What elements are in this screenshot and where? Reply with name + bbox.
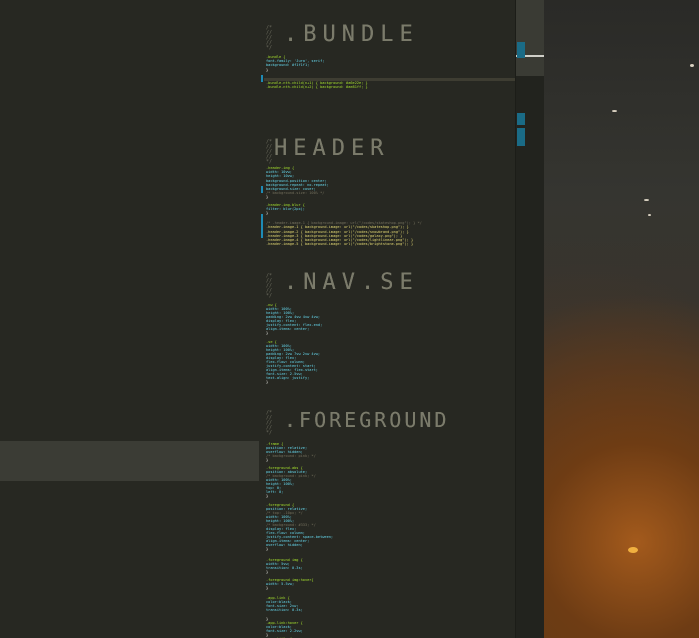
code-line[interactable]: .bundle-nth-child(n+2) { background: #ae… xyxy=(266,85,368,89)
code-line[interactable]: font-size: 2.2vw; xyxy=(266,629,303,633)
glowing-light xyxy=(628,547,638,553)
code-line[interactable]: } xyxy=(266,380,268,384)
code-line[interactable]: } xyxy=(266,494,268,498)
selected-row-highlight[interactable] xyxy=(0,441,259,481)
code-line[interactable]: } xyxy=(266,331,268,335)
code-line[interactable]: /* background-size: 100% */ xyxy=(266,191,324,195)
code-line[interactable]: width: 5.5vw; xyxy=(266,582,294,586)
code-line[interactable]: } xyxy=(266,68,268,72)
desktop-wallpaper xyxy=(544,0,699,638)
code-line[interactable]: background: #f1f1f1; xyxy=(266,63,309,67)
code-line[interactable]: } xyxy=(266,547,268,551)
code-line[interactable]: .header-image-5 { background-image: url(… xyxy=(266,242,413,246)
minimap-marker xyxy=(517,128,525,146)
code-line[interactable]: } xyxy=(266,458,268,462)
banner-frame: /*//////*/ xyxy=(266,410,273,436)
code-line[interactable]: /* background: pink; */ xyxy=(266,454,316,458)
banner-frame: /*//////*/ xyxy=(266,273,273,299)
current-line-highlight xyxy=(264,78,515,81)
star xyxy=(690,64,694,67)
banner-frame: /*//////*/ xyxy=(266,139,273,165)
code-line[interactable]: } xyxy=(266,586,268,590)
code-line[interactable]: filter: blur(2px); xyxy=(266,207,305,211)
minimap-viewport[interactable] xyxy=(516,0,545,76)
code-line[interactable]: transition: 0.3s; xyxy=(266,608,303,612)
banner-header: HEADER xyxy=(274,136,390,161)
code-line[interactable]: left: 0; xyxy=(266,490,283,494)
banner-nav: .NAV.SE xyxy=(284,270,419,295)
code-line[interactable]: } xyxy=(266,211,268,215)
star xyxy=(644,199,649,201)
code-editor[interactable]: .BUNDLE HEADER .NAV.SE .FOREGROUND /*///… xyxy=(260,0,515,638)
banner-bundle: .BUNDLE xyxy=(284,22,419,47)
git-gutter-marker xyxy=(261,214,263,238)
banner-frame: /*//////*/ xyxy=(266,25,273,51)
code-line[interactable]: } xyxy=(266,195,268,199)
minimap-marker xyxy=(517,113,525,125)
code-line[interactable]: text-align: justify; xyxy=(266,376,309,380)
code-line[interactable]: align-items: center; xyxy=(266,327,309,331)
star xyxy=(612,110,617,112)
star xyxy=(648,214,651,216)
git-gutter-marker xyxy=(261,75,263,82)
code-line[interactable]: } xyxy=(266,570,268,574)
code-line[interactable]: overflow: hidden; xyxy=(266,543,303,547)
minimap[interactable] xyxy=(515,0,545,638)
code-line[interactable]: transition: 0.3s; xyxy=(266,566,303,570)
file-panel[interactable] xyxy=(0,0,260,638)
minimap-marker xyxy=(517,42,525,58)
banner-foreground: .FOREGROUND xyxy=(284,408,450,432)
git-gutter-marker xyxy=(261,186,263,193)
